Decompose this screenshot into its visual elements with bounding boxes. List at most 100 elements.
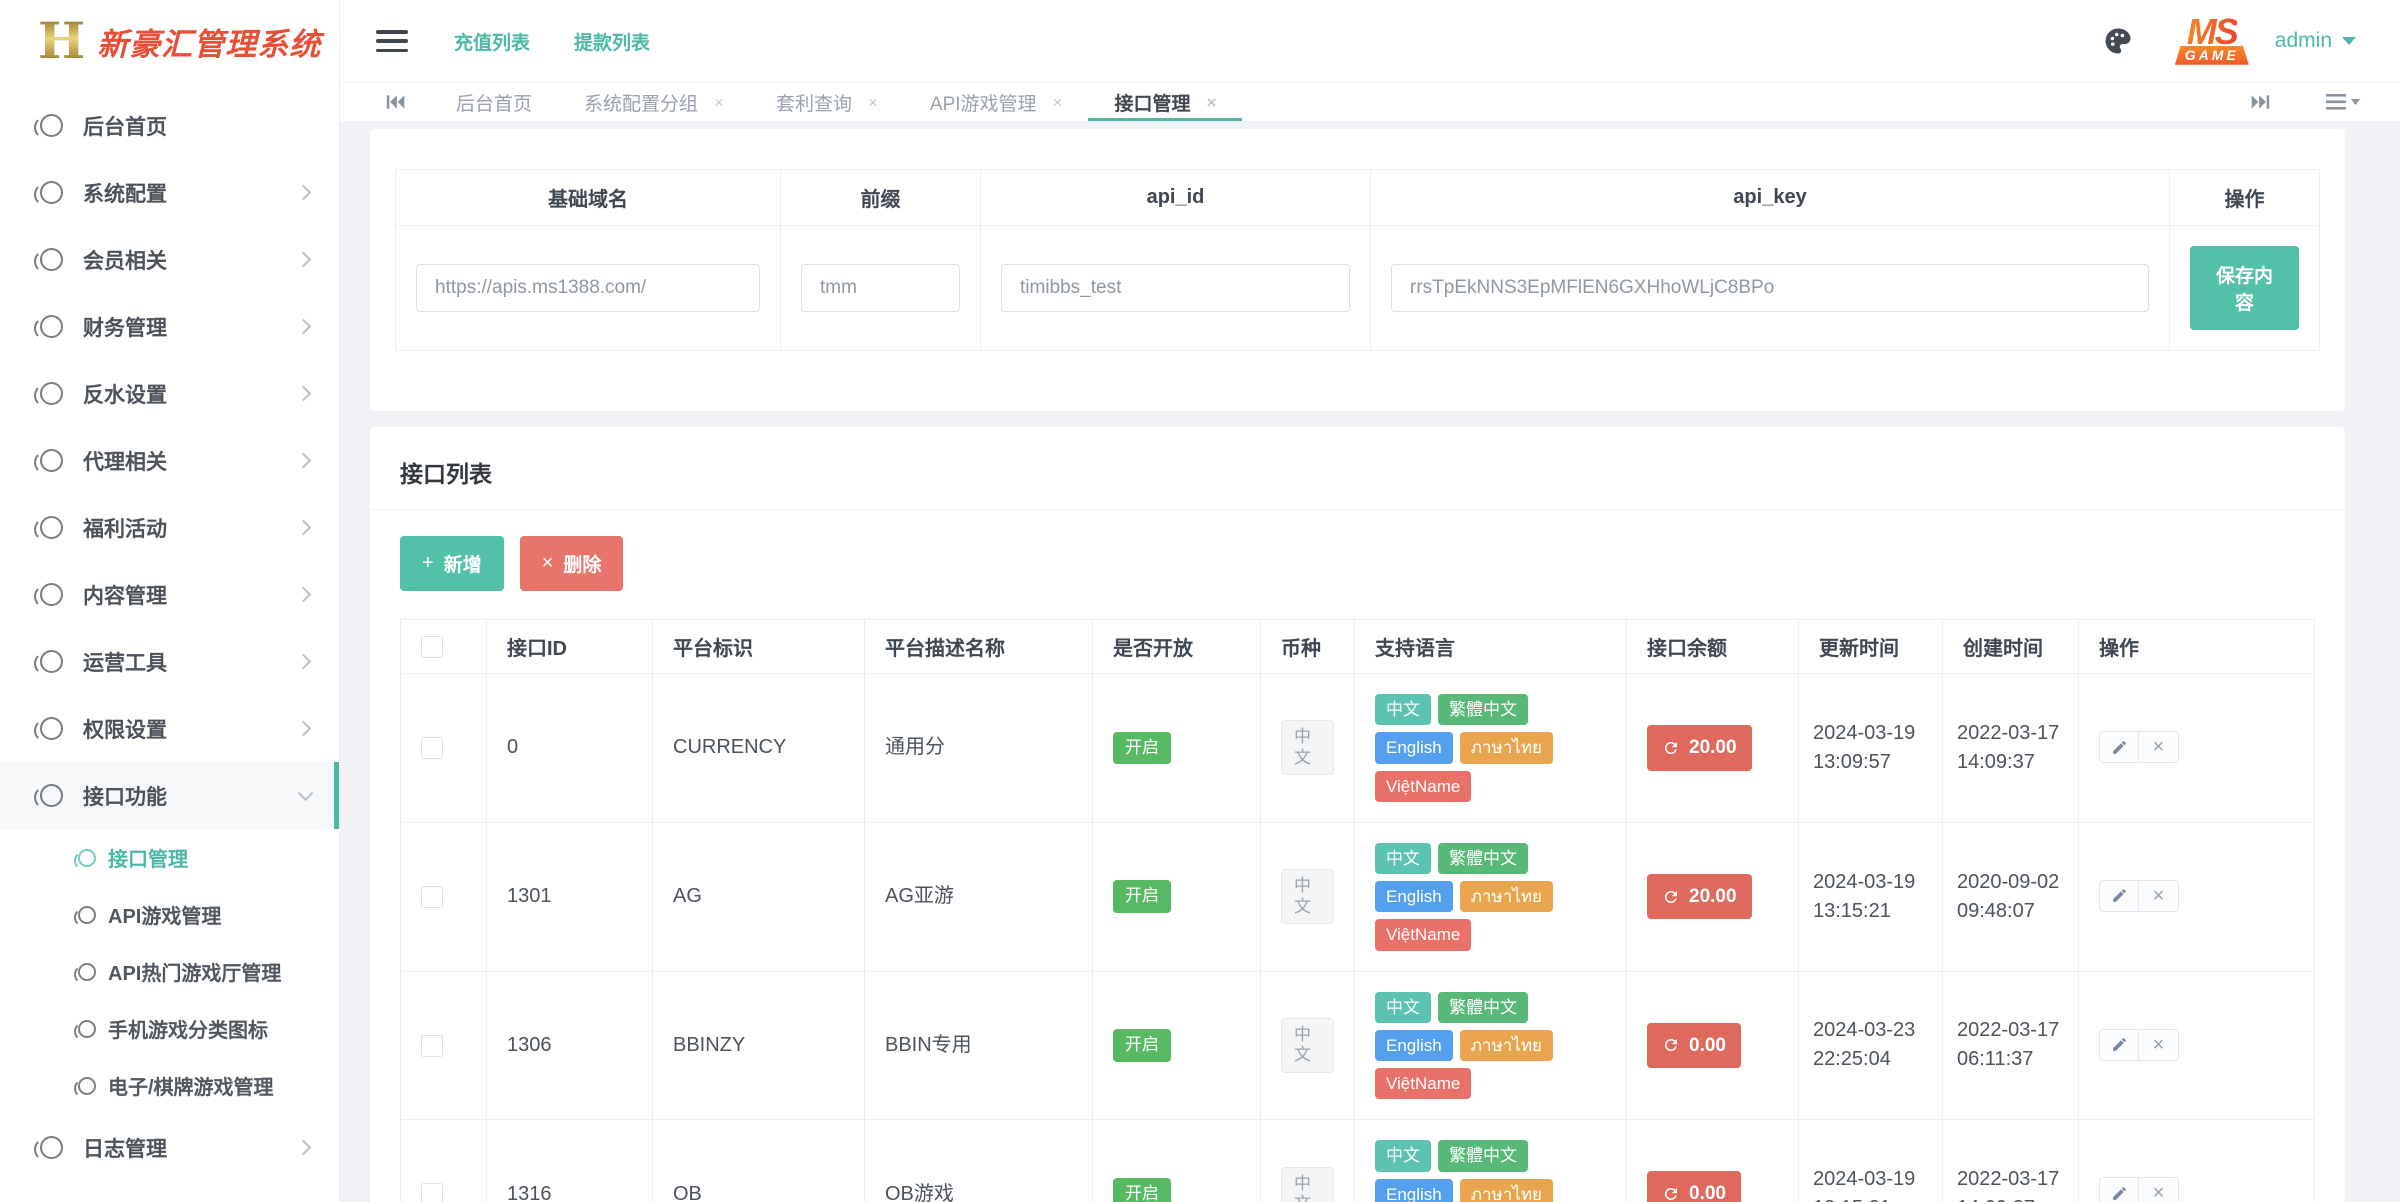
tab-close-icon[interactable]: ×: [868, 94, 878, 111]
tab-系统配置分组[interactable]: 系统配置分组 ×: [558, 83, 750, 121]
edit-button[interactable]: [2099, 731, 2139, 763]
sidebar-item-label: 电子/棋牌游戏管理: [108, 1071, 309, 1100]
language-badge: 繁體中文: [1438, 843, 1528, 874]
edit-button[interactable]: [2099, 1029, 2139, 1061]
row-checkbox[interactable]: [421, 1035, 443, 1057]
sidebar-subitem[interactable]: API热门游戏厅管理: [0, 943, 339, 1000]
tabs-scroll-right-icon[interactable]: [2240, 93, 2280, 111]
sidebar-item[interactable]: 会员相关: [0, 226, 339, 293]
sidebar-item[interactable]: 运营工具: [0, 628, 339, 695]
sidebar-item-label: 权限设置: [83, 714, 298, 744]
tabs-menu-icon[interactable]: [2316, 93, 2370, 111]
interface-table-head: 接口ID平台标识平台描述名称是否开放币种支持语言接口余额更新时间创建时间操作: [401, 620, 2315, 674]
sidebar-item[interactable]: 后台首页: [0, 92, 339, 159]
sidebar-item[interactable]: 福利活动: [0, 494, 339, 561]
row-checkbox[interactable]: [421, 886, 443, 908]
actions-cell: ×: [2079, 971, 2315, 1120]
menu-toggle-icon[interactable]: [376, 30, 408, 52]
select-all-checkbox[interactable]: [421, 636, 443, 658]
tab-label: 接口管理: [1114, 89, 1190, 116]
sidebar-item[interactable]: 内容管理: [0, 561, 339, 628]
languages-cell: 中文繁體中文EnglishภาษาไทยViệtName: [1355, 971, 1627, 1120]
theme-palette-icon[interactable]: [2103, 26, 2133, 56]
base-domain-input[interactable]: [416, 264, 760, 312]
open-status-cell: 开启: [1093, 1120, 1261, 1202]
tab-close-icon[interactable]: ×: [1053, 94, 1063, 111]
refresh-balance-button[interactable]: 0.00: [1647, 1023, 1741, 1069]
interface-table-body: 0CURRENCY通用分开启中文中文繁體中文EnglishภาษาไทยViệt…: [401, 674, 2315, 1202]
sidebar-subitem[interactable]: 接口管理: [0, 829, 339, 886]
balance-value: 0.00: [1689, 1180, 1726, 1202]
sidebar-item[interactable]: 日志管理: [0, 1114, 339, 1181]
close-icon: ×: [2153, 737, 2165, 757]
interface-list-card: 接口列表 + 新增 × 删除: [370, 427, 2345, 1202]
sidebar-item-label: 日志管理: [83, 1133, 298, 1163]
ring-icon: [40, 181, 63, 204]
topbar: 充值列表 提款列表 MS GAME admin: [340, 0, 2400, 83]
app-root: H 新豪汇管理系统 后台首页系统配置会员相关财务管理反水设置代理相关福利活动内容…: [0, 0, 2400, 1202]
topbar-link-recharge[interactable]: 充值列表: [454, 28, 530, 55]
tab-套利查询[interactable]: 套利查询×: [750, 83, 904, 121]
column-header: api_key: [1371, 170, 2170, 226]
table-row: 1301AGAG亚游开启中文中文繁體中文EnglishภาษาไทยViệtNa…: [401, 822, 2315, 971]
sidebar-item[interactable]: 代理相关: [0, 427, 339, 494]
sidebar-item-label: 接口管理: [108, 843, 309, 872]
sidebar-subitem[interactable]: API游戏管理: [0, 886, 339, 943]
open-status-badge: 开启: [1113, 1029, 1171, 1061]
close-icon: ×: [542, 552, 554, 575]
platform-desc-cell: BBIN专用: [865, 971, 1093, 1120]
save-button[interactable]: 保存内容: [2190, 246, 2299, 330]
currency-cell: 中文: [1261, 971, 1355, 1120]
platform-code-cell: BBINZY: [653, 971, 865, 1120]
language-badge: ViệtName: [1375, 919, 1471, 950]
sidebar-item-label: 财务管理: [83, 312, 298, 342]
sidebar-item[interactable]: 系统配置: [0, 159, 339, 226]
language-badge: ViệtName: [1375, 1068, 1471, 1099]
row-checkbox[interactable]: [421, 737, 443, 759]
delete-button[interactable]: × 删除: [520, 536, 624, 591]
refresh-balance-button[interactable]: 20.00: [1647, 874, 1752, 920]
api-id-input[interactable]: [1001, 264, 1350, 312]
tab-API游戏管理[interactable]: API游戏管理 ×: [904, 83, 1089, 121]
delete-row-button[interactable]: ×: [2139, 731, 2179, 763]
language-badge: 繁體中文: [1438, 694, 1528, 725]
sidebar-item[interactable]: 权限设置: [0, 695, 339, 762]
balance-cell: 0.00: [1627, 971, 1799, 1120]
delete-row-button[interactable]: ×: [2139, 880, 2179, 912]
tabstrip: 后台首页系统配置分组×套利查询×API游戏管理×接口管理×: [340, 83, 2400, 121]
open-status-badge: 开启: [1113, 880, 1171, 912]
sidebar-item[interactable]: 财务管理: [0, 293, 339, 360]
column-header: 接口ID: [487, 620, 653, 674]
sidebar-item-label: 手机游戏分类图标: [108, 1014, 309, 1043]
user-menu[interactable]: admin: [2275, 29, 2356, 53]
close-icon: ×: [2153, 1183, 2165, 1202]
tab-close-icon[interactable]: ×: [1207, 94, 1217, 111]
edit-button[interactable]: [2099, 1177, 2139, 1202]
sidebar-item[interactable]: 接口功能: [0, 762, 339, 829]
row-actions: ×: [2099, 880, 2179, 912]
tab-后台首页[interactable]: 后台首页: [430, 83, 558, 121]
tab-label: API游戏管理: [930, 89, 1037, 116]
delete-row-button[interactable]: ×: [2139, 1029, 2179, 1061]
platform-desc-cell: OB游戏: [865, 1120, 1093, 1202]
tabs-scroll-left-icon[interactable]: [376, 83, 416, 121]
sidebar-item[interactable]: 反水设置: [0, 360, 339, 427]
refresh-balance-button[interactable]: 0.00: [1647, 1171, 1741, 1202]
row-checkbox[interactable]: [421, 1183, 443, 1202]
edit-button[interactable]: [2099, 880, 2139, 912]
tab-close-icon[interactable]: ×: [714, 94, 724, 111]
topbar-link-withdraw[interactable]: 提款列表: [574, 28, 650, 55]
prefix-input[interactable]: [801, 264, 960, 312]
currency-cell: 中文: [1261, 674, 1355, 823]
refresh-balance-button[interactable]: 20.00: [1647, 725, 1752, 771]
delete-row-button[interactable]: ×: [2139, 1177, 2179, 1202]
ring-icon: [40, 248, 63, 271]
api-key-input[interactable]: [1391, 264, 2149, 312]
add-button[interactable]: + 新增: [400, 536, 504, 591]
username: admin: [2275, 29, 2332, 53]
tab-label: 系统配置分组: [584, 89, 698, 116]
sidebar-item-label: 会员相关: [83, 245, 298, 275]
tab-接口管理[interactable]: 接口管理 ×: [1088, 83, 1242, 121]
sidebar-subitem[interactable]: 手机游戏分类图标: [0, 1000, 339, 1057]
sidebar-subitem[interactable]: 电子/棋牌游戏管理: [0, 1057, 339, 1114]
